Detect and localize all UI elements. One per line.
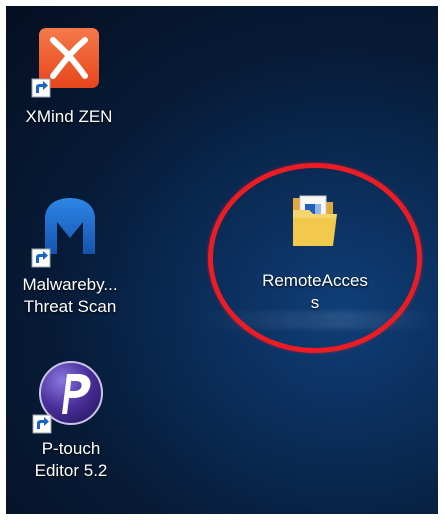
label-line: XMind ZEN xyxy=(25,107,113,126)
desktop-icon-ptouch-editor[interactable]: P-touch Editor 5.2 xyxy=(16,358,126,482)
desktop-icon-xmind-zen[interactable]: XMind ZEN xyxy=(14,24,124,128)
label-line: Malwareby... xyxy=(22,275,118,294)
malwarebytes-m-icon xyxy=(31,192,105,268)
shortcut-arrow-icon xyxy=(32,414,52,434)
highlight-circle xyxy=(208,163,422,353)
label-line: Threat Scan xyxy=(23,297,117,316)
xmind-x-icon xyxy=(31,24,103,98)
ptouch-p-icon xyxy=(32,358,106,434)
shortcut-arrow-icon xyxy=(31,78,51,98)
desktop-icon-label: XMind ZEN xyxy=(14,106,124,128)
desktop-icon-label: Malwareby... Threat Scan xyxy=(12,274,128,318)
desktop-icon-label: P-touch Editor 5.2 xyxy=(16,438,126,482)
shortcut-arrow-icon xyxy=(31,248,51,268)
desktop-frame: XMind ZEN Malwareby... Threat Scan P-tou… xyxy=(6,6,438,514)
label-line: P-touch xyxy=(41,439,101,458)
label-line: Editor 5.2 xyxy=(34,461,108,480)
desktop-icon-malwarebytes[interactable]: Malwareby... Threat Scan xyxy=(12,192,128,318)
